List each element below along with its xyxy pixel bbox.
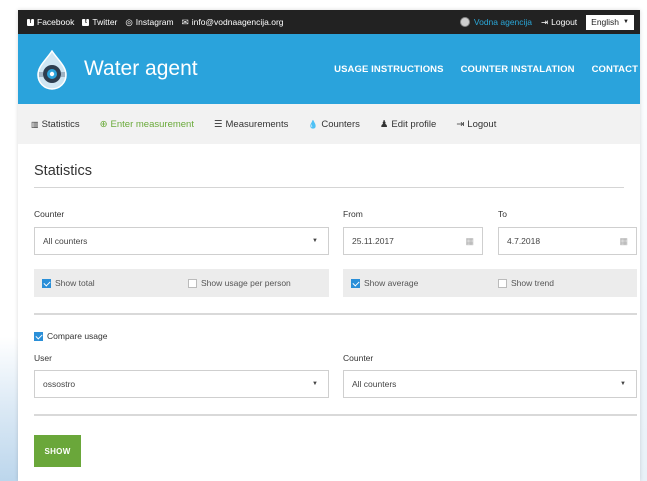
globe-icon: [459, 17, 470, 27]
checkbox-unchecked-icon: [188, 278, 197, 288]
show-button[interactable]: SHOW: [34, 435, 81, 467]
subnav-counters[interactable]: 💧 Counters: [308, 119, 360, 130]
sub-nav: ▥ Statistics ⊕ Enter measurement ☰ Measu…: [18, 104, 640, 144]
show-total-checkbox[interactable]: Show total: [42, 278, 95, 288]
email-label: info@vodnaagencija.org: [191, 17, 284, 27]
top-bar-right: Vodna agencija ⇥ Logout English ▼: [459, 14, 634, 30]
to-date-value: 4.7.2018: [507, 236, 541, 246]
envelope-icon: ✉: [181, 16, 189, 27]
from-date-value: 25.11.2017: [352, 236, 394, 246]
twitter-icon: t: [82, 18, 90, 26]
show-average-checkbox[interactable]: Show average: [351, 278, 418, 288]
facebook-link[interactable]: f Facebook: [27, 17, 74, 27]
show-trend-checkbox[interactable]: Show trend: [498, 278, 554, 288]
user-select-value: ossostro: [43, 379, 76, 389]
language-select[interactable]: English ▼: [586, 14, 634, 30]
list-icon: ☰: [213, 118, 223, 130]
twitter-link[interactable]: t Twitter: [82, 17, 117, 27]
nav-counter-instalation[interactable]: COUNTER INSTALATION: [461, 64, 575, 75]
site-header: Water agent USAGE INSTRUCTIONS COUNTER I…: [18, 34, 640, 104]
calendar-icon: ▦: [619, 235, 628, 246]
instagram-label: Instagram: [135, 17, 174, 27]
subnav-logout-label: Logout: [467, 118, 497, 130]
checkbox-unchecked-icon: [498, 278, 507, 288]
subnav-statistics-label: Statistics: [41, 118, 80, 130]
logout-icon: ⇥: [541, 16, 549, 27]
compare-counter-value: All counters: [352, 379, 397, 389]
section-divider: [34, 414, 637, 416]
app-frame: f Facebook t Twitter ◎ Instagram ✉ info@…: [18, 10, 640, 481]
email-link[interactable]: ✉ info@vodnaagencija.org: [182, 17, 284, 28]
plus-circle-icon: ⊕: [99, 118, 108, 130]
bar-chart-icon: ▥: [31, 119, 39, 129]
agency-label: Vodna agencija: [473, 17, 533, 27]
subnav-counters-label: Counters: [321, 118, 360, 130]
counter-select[interactable]: All counters ▼: [34, 227, 329, 255]
subnav-logout[interactable]: ⇥ Logout: [456, 119, 496, 130]
compare-usage-label: Compare usage: [47, 331, 108, 341]
logout-icon: ⇥: [456, 118, 465, 130]
subnav-edit-label: Edit profile: [391, 118, 437, 130]
subnav-enter-measurement[interactable]: ⊕ Enter measurement: [100, 119, 194, 130]
counter-label: Counter: [34, 209, 65, 219]
average-options: Show average Show trend: [343, 269, 637, 297]
social-links: f Facebook t Twitter ◎ Instagram ✉ info@…: [27, 17, 460, 28]
show-per-person-checkbox[interactable]: Show usage per person: [188, 278, 291, 288]
show-trend-label: Show trend: [511, 278, 554, 288]
subnav-measurements[interactable]: ☰ Measurements: [214, 119, 288, 130]
caret-down-icon: ▼: [312, 381, 318, 387]
page-title: Statistics: [34, 163, 624, 188]
from-label: From: [343, 209, 363, 219]
instagram-icon: ◎: [125, 16, 133, 27]
main-nav: USAGE INSTRUCTIONS COUNTER INSTALATION C…: [334, 64, 640, 75]
nav-usage-instructions[interactable]: USAGE INSTRUCTIONS: [334, 64, 443, 75]
top-logout-label: Logout: [551, 17, 578, 27]
facebook-icon: f: [27, 18, 34, 26]
caret-down-icon: ▼: [620, 381, 626, 387]
checkbox-checked-icon: [34, 331, 43, 341]
to-date-input[interactable]: 4.7.2018 ▦: [498, 227, 637, 255]
logo-icon[interactable]: [34, 49, 70, 90]
to-label: To: [498, 209, 507, 219]
language-value: English: [591, 17, 620, 27]
show-total-label: Show total: [55, 278, 95, 288]
calendar-icon: ▦: [465, 235, 474, 246]
top-logout-link[interactable]: ⇥ Logout: [541, 17, 577, 28]
compare-counter-select[interactable]: All counters ▼: [343, 370, 637, 398]
subnav-enter-label: Enter measurement: [110, 118, 194, 130]
nav-contact[interactable]: CONTACT: [592, 64, 638, 75]
caret-down-icon: ▼: [312, 238, 318, 244]
statistics-form: Statistics: [18, 163, 640, 188]
subnav-measurements-label: Measurements: [225, 118, 289, 130]
droplet-icon: 💧: [308, 119, 319, 129]
page-background-left: [0, 0, 18, 481]
user-icon: ♟: [379, 118, 389, 130]
subnav-edit-profile[interactable]: ♟ Edit profile: [380, 119, 436, 130]
subnav-statistics[interactable]: ▥ Statistics: [31, 119, 80, 130]
instagram-link[interactable]: ◎ Instagram: [125, 17, 173, 28]
show-average-label: Show average: [364, 278, 419, 288]
page-background-right: [640, 0, 647, 481]
brand-title[interactable]: Water agent: [84, 57, 334, 81]
from-date-input[interactable]: 25.11.2017 ▦: [343, 227, 483, 255]
facebook-label: Facebook: [37, 17, 75, 27]
total-options: Show total Show usage per person: [34, 269, 329, 297]
checkbox-checked-icon: [351, 278, 360, 288]
counter2-label: Counter: [343, 353, 374, 363]
top-bar: f Facebook t Twitter ◎ Instagram ✉ info@…: [18, 10, 640, 34]
counter-select-value: All counters: [43, 236, 88, 246]
section-divider: [34, 313, 637, 315]
agency-link[interactable]: Vodna agencija: [459, 17, 533, 27]
chevron-down-icon: ▼: [623, 19, 629, 25]
user-select[interactable]: ossostro ▼: [34, 370, 329, 398]
user-label: User: [34, 353, 52, 363]
twitter-label: Twitter: [92, 17, 118, 27]
compare-usage-checkbox[interactable]: Compare usage: [34, 331, 107, 341]
checkbox-checked-icon: [42, 278, 51, 288]
show-per-person-label: Show usage per person: [201, 278, 291, 288]
